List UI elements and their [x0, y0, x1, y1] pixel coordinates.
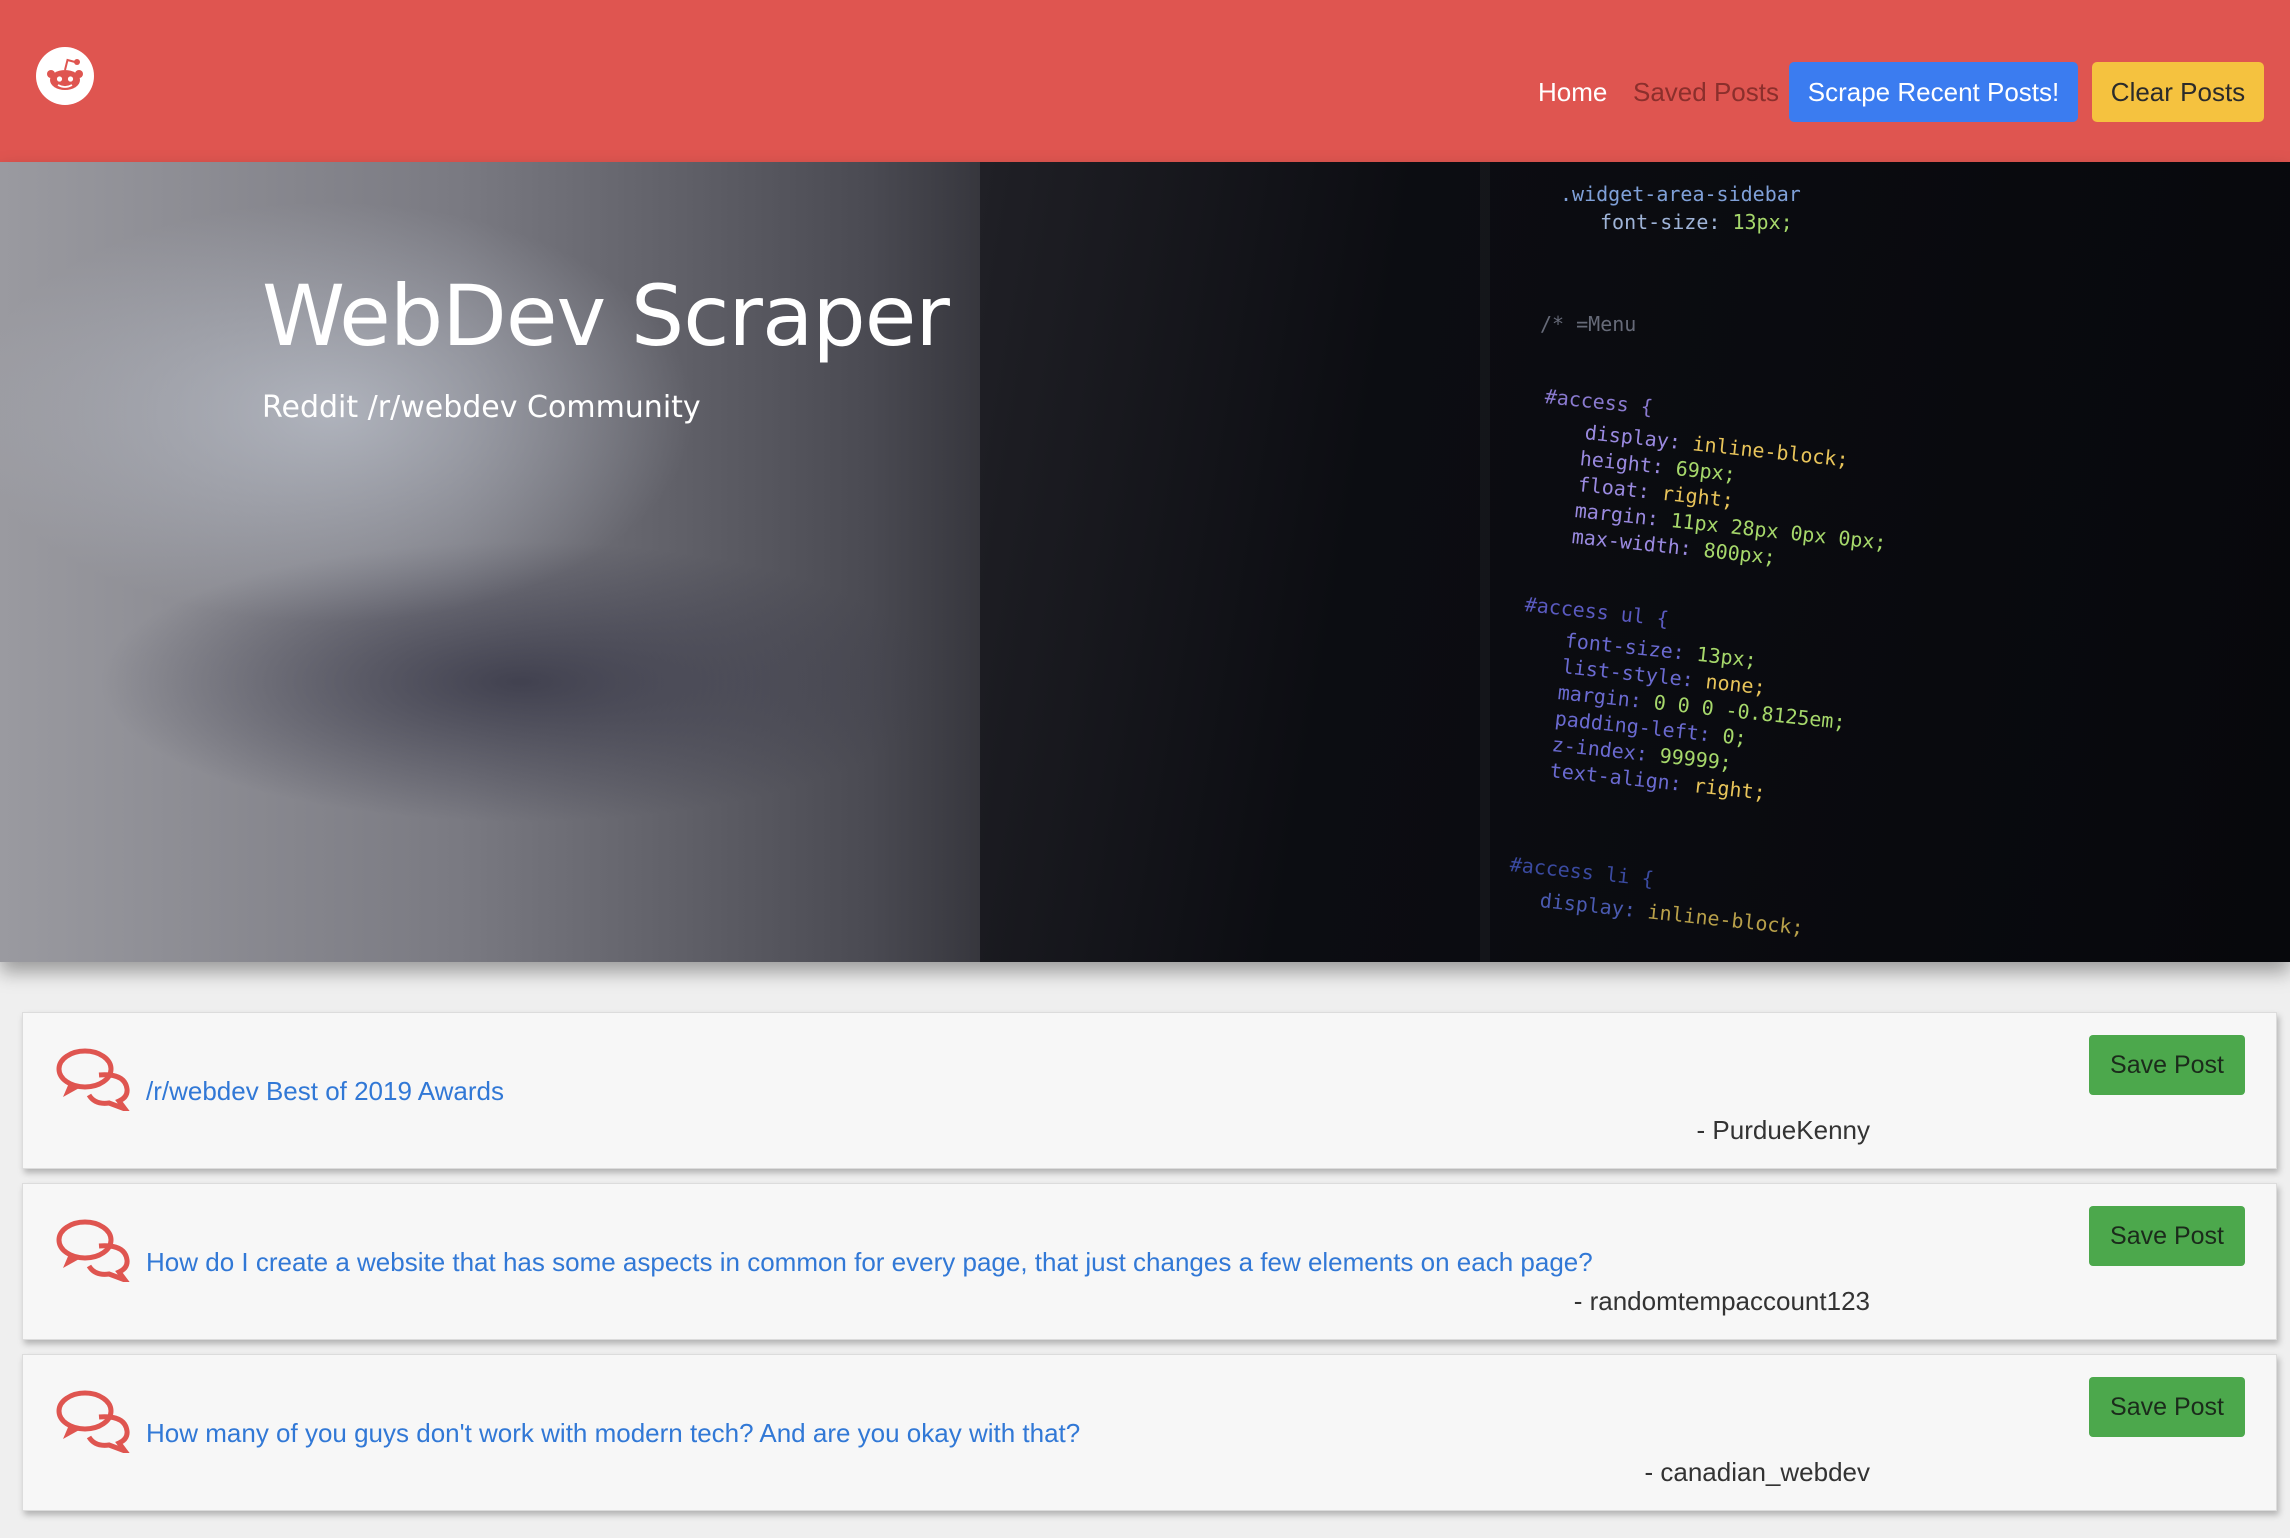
comments-icon [55, 1387, 135, 1457]
hero-code-gutter [1480, 162, 1490, 962]
post-title-link[interactable]: How many of you guys don't work with mod… [146, 1416, 1080, 1450]
post-title-link[interactable]: How do I create a website that has some … [146, 1245, 1593, 1279]
post-author: - PurdueKenny [1696, 1115, 1870, 1145]
comments-icon [55, 1216, 135, 1286]
reddit-logo-icon[interactable] [36, 47, 94, 105]
posts-list: /r/webdev Best of 2019 Awards - PurdueKe… [22, 1012, 2277, 1525]
page-subtitle: Reddit /r/webdev Community [262, 390, 701, 425]
clear-posts-button[interactable]: Clear Posts [2092, 62, 2264, 122]
post-author: - canadian_webdev [1644, 1457, 1871, 1487]
nav-saved-posts-link[interactable]: Saved Posts [1633, 72, 1779, 112]
save-post-button[interactable]: Save Post [2089, 1035, 2245, 1095]
nav-home-link[interactable]: Home [1538, 72, 1607, 112]
post-card: How many of you guys don't work with mod… [22, 1354, 2277, 1511]
save-post-button[interactable]: Save Post [2089, 1377, 2245, 1437]
post-title-link[interactable]: /r/webdev Best of 2019 Awards [146, 1074, 504, 1108]
hero-monitor-image [980, 162, 2290, 962]
hero-banner: .widget-area-sidebar font-size: 13px; /*… [0, 162, 2290, 962]
navbar: Home Saved Posts Scrape Recent Posts! Cl… [0, 0, 2290, 162]
page-title: WebDev Scraper [262, 267, 950, 365]
comments-icon [55, 1045, 135, 1115]
scrape-recent-posts-button[interactable]: Scrape Recent Posts! [1789, 62, 2078, 122]
post-card: How do I create a website that has some … [22, 1183, 2277, 1340]
post-author: - randomtempaccount123 [1573, 1286, 1870, 1316]
save-post-button[interactable]: Save Post [2089, 1206, 2245, 1266]
post-card: /r/webdev Best of 2019 Awards - PurdueKe… [22, 1012, 2277, 1169]
